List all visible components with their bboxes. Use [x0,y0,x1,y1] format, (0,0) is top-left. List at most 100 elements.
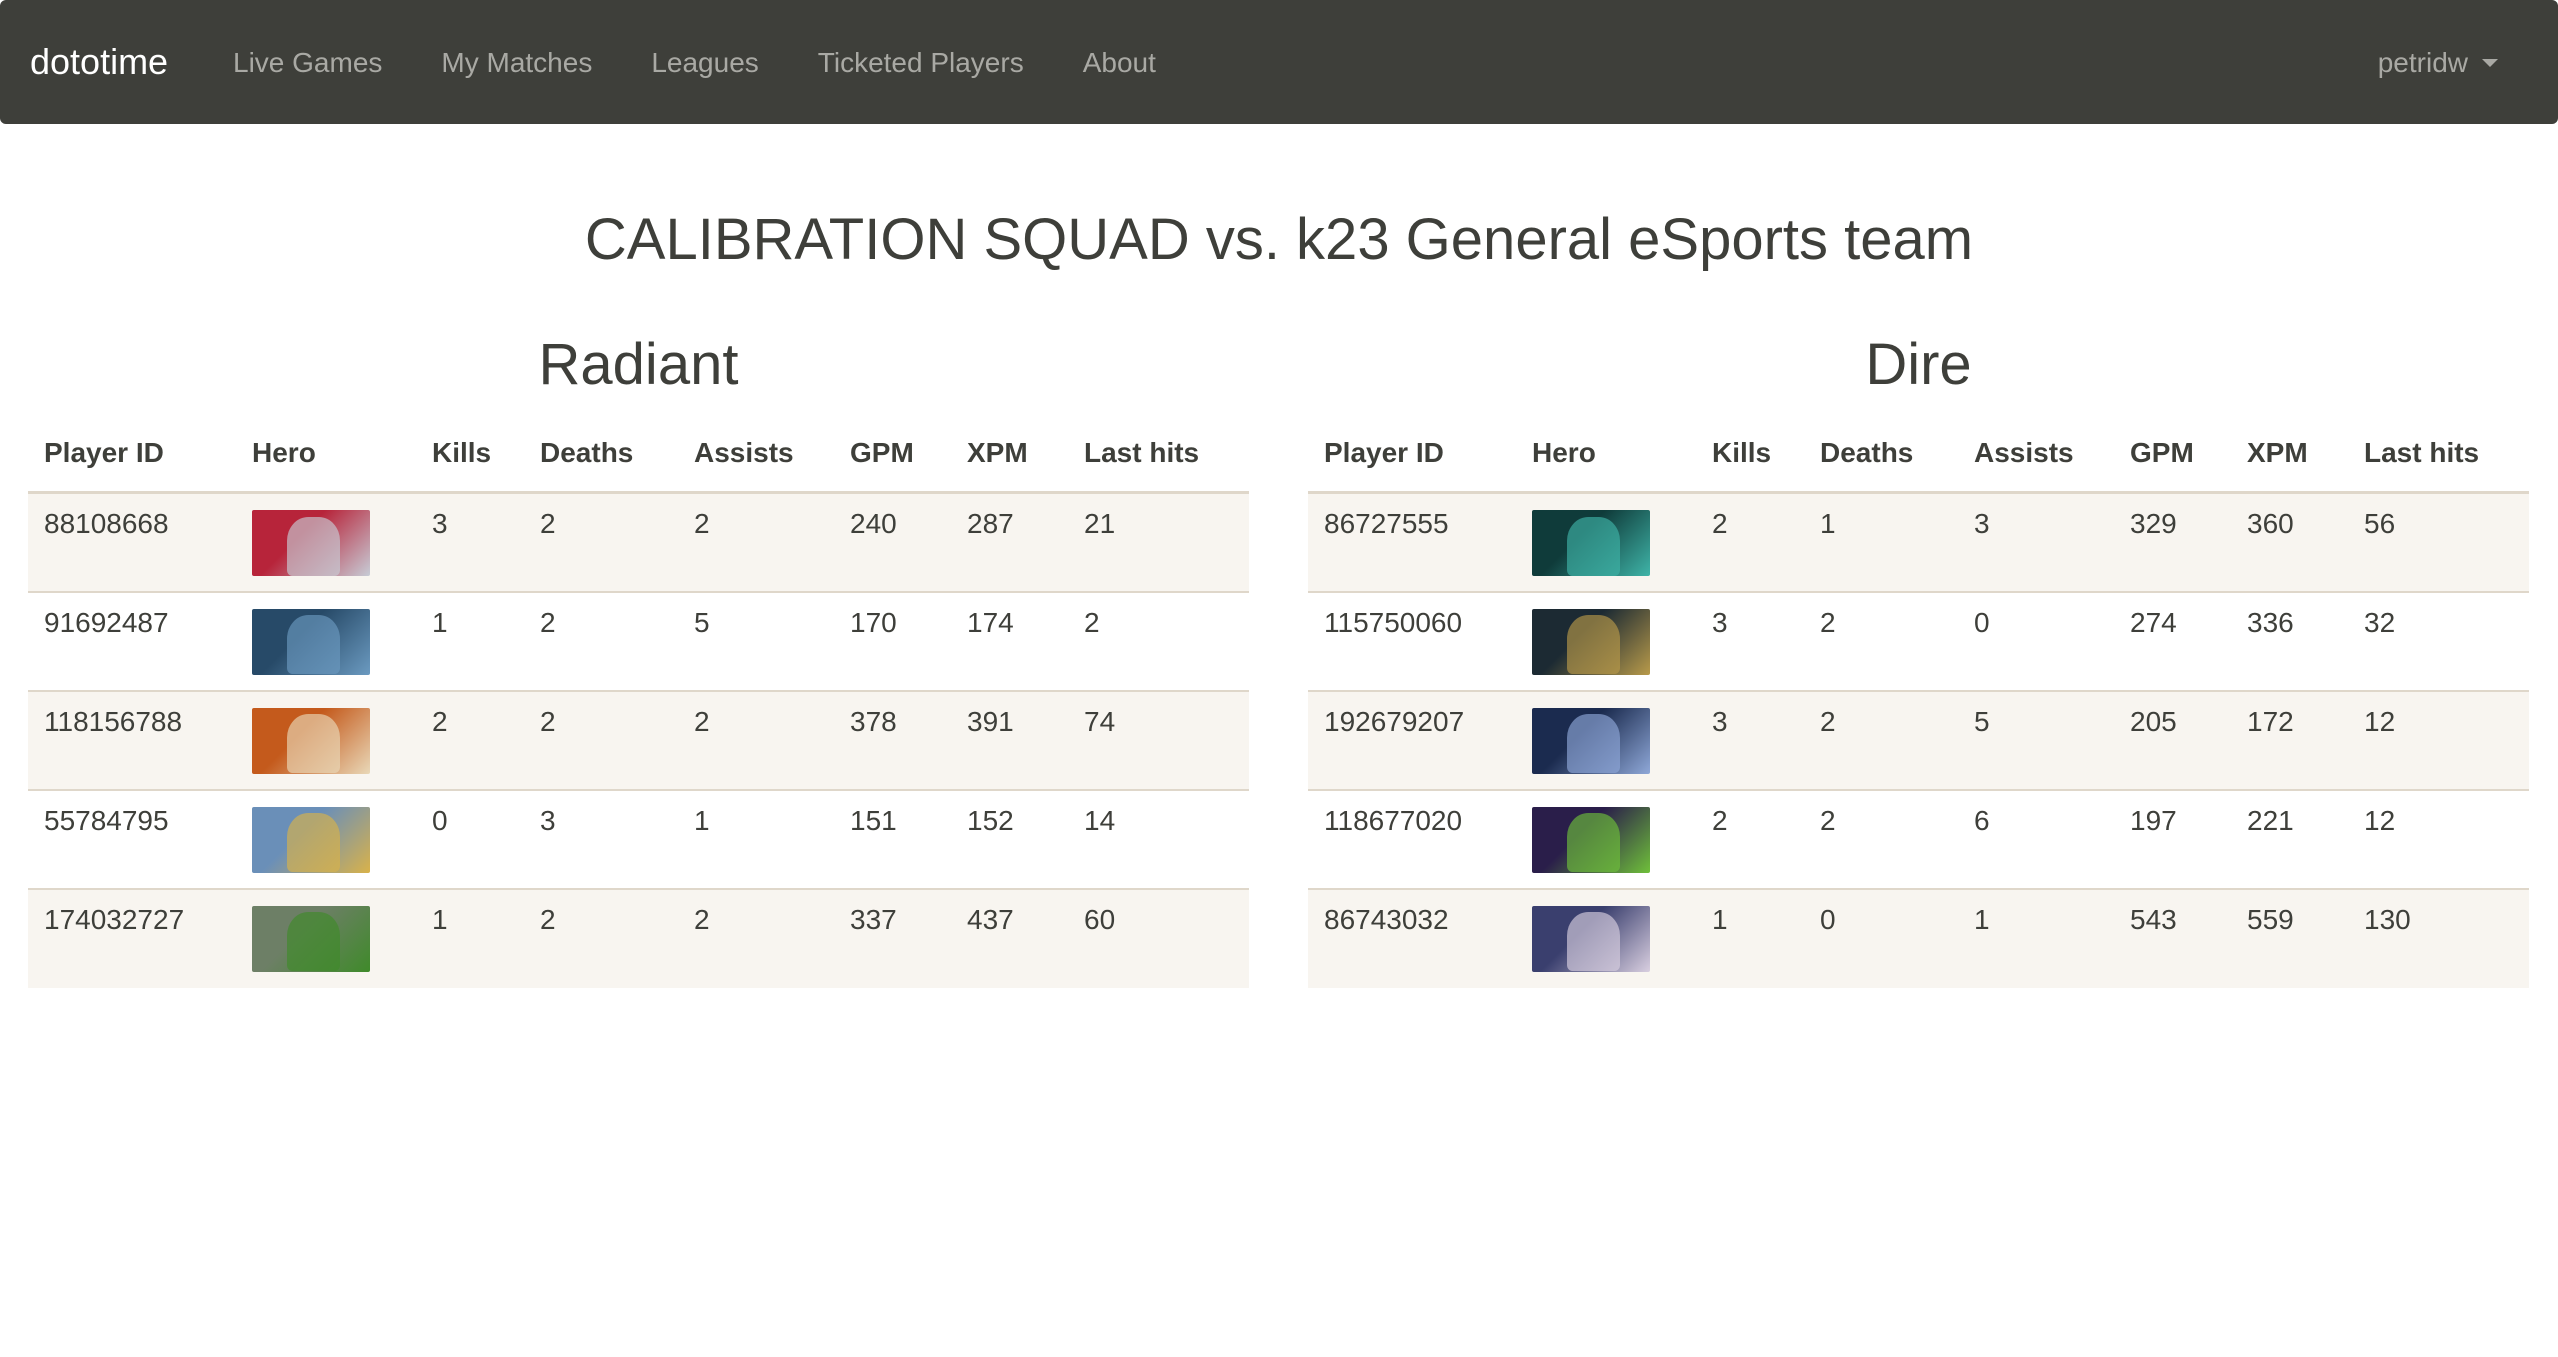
gpm-cell: 240 [834,492,951,592]
header-hero: Hero [236,425,416,494]
kills-cell: 2 [416,689,524,790]
hero-cell [236,689,416,790]
gpm-cell: 151 [834,788,951,889]
last-hits-cell: 130 [2348,887,2529,988]
header-kills: Kills [416,425,524,494]
xpm-cell: 391 [951,689,1068,790]
caret-down-icon [2482,59,2498,67]
last-hits-cell: 12 [2348,788,2529,889]
player-id-cell: 91692487 [28,590,236,691]
assists-cell: 0 [1958,590,2114,691]
hero-portrait-image [1532,707,1650,774]
xpm-cell: 360 [2231,492,2348,592]
table-header-row: Player ID Hero Kills Deaths Assists GPM … [28,425,1249,494]
header-hero: Hero [1516,425,1696,494]
kills-cell: 1 [416,590,524,691]
hero-cell [1516,689,1696,790]
kills-cell: 2 [1696,788,1804,889]
xpm-cell: 437 [951,887,1068,988]
kills-cell: 3 [1696,590,1804,691]
table-row: 91692487 1 2 5 170 174 2 [28,590,1249,691]
last-hits-cell: 32 [2348,590,2529,691]
nav-live-games[interactable]: Live Games [233,41,382,85]
gpm-cell: 543 [2114,887,2231,988]
hero-cell [1516,492,1696,592]
kills-cell: 2 [1696,492,1804,592]
deaths-cell: 2 [1804,590,1958,691]
hero-portrait-image [1532,806,1650,873]
radiant-team-name: Radiant [538,332,739,397]
player-id-cell: 174032727 [28,887,236,988]
assists-cell: 5 [1958,689,2114,790]
brand-logo[interactable]: dototime [30,38,168,86]
user-menu-dropdown[interactable]: petridw [2378,41,2498,85]
player-id-cell: 55784795 [28,788,236,889]
deaths-cell: 2 [524,887,678,988]
kills-cell: 0 [416,788,524,889]
xpm-cell: 152 [951,788,1068,889]
last-hits-cell: 21 [1068,492,1249,592]
xpm-cell: 287 [951,492,1068,592]
header-deaths: Deaths [524,425,678,494]
deaths-cell: 3 [524,788,678,889]
player-id-cell: 86727555 [1308,492,1516,592]
assists-cell: 2 [678,689,834,790]
dire-stats-table: Player ID Hero Kills Deaths Assists GPM … [1308,425,2529,988]
header-xpm: XPM [951,425,1068,494]
table-row: 115750060 3 2 0 274 336 32 [1308,590,2529,691]
last-hits-cell: 14 [1068,788,1249,889]
nav-ticketed-players[interactable]: Ticketed Players [818,41,1024,85]
hero-portrait-image [1532,905,1650,972]
table-row: 55784795 0 3 1 151 152 14 [28,788,1249,889]
gpm-cell: 274 [2114,590,2231,691]
header-gpm: GPM [834,425,951,494]
nav-about[interactable]: About [1083,41,1156,85]
radiant-stats-table: Player ID Hero Kills Deaths Assists GPM … [28,425,1249,988]
gpm-cell: 378 [834,689,951,790]
last-hits-cell: 2 [1068,590,1249,691]
xpm-cell: 559 [2231,887,2348,988]
deaths-cell: 2 [1804,689,1958,790]
hero-portrait-image [252,510,370,576]
table-row: 86727555 2 1 3 329 360 56 [1308,492,2529,592]
last-hits-cell: 56 [2348,492,2529,592]
deaths-cell: 2 [524,689,678,790]
nav-leagues[interactable]: Leagues [651,41,758,85]
hero-portrait-image [252,608,370,675]
header-player-id: Player ID [1308,425,1516,494]
table-row: 174032727 1 2 2 337 437 60 [28,887,1249,988]
hero-cell [1516,788,1696,889]
hero-portrait-image [1532,608,1650,675]
hero-cell [1516,590,1696,691]
hero-cell [236,788,416,889]
gpm-cell: 337 [834,887,951,988]
xpm-cell: 336 [2231,590,2348,691]
table-row: 118156788 2 2 2 378 391 74 [28,689,1249,790]
assists-cell: 1 [678,788,834,889]
header-assists: Assists [1958,425,2114,494]
assists-cell: 3 [1958,492,2114,592]
hero-portrait-image [252,905,370,972]
last-hits-cell: 60 [1068,887,1249,988]
table-row: 192679207 3 2 5 205 172 12 [1308,689,2529,790]
header-gpm: GPM [2114,425,2231,494]
radiant-panel: Radiant Player ID Hero Kills Deaths Assi… [28,325,1249,988]
deaths-cell: 1 [1804,492,1958,592]
player-id-cell: 88108668 [28,492,236,592]
gpm-cell: 329 [2114,492,2231,592]
deaths-cell: 0 [1804,887,1958,988]
table-row: 118677020 2 2 6 197 221 12 [1308,788,2529,889]
kills-cell: 1 [1696,887,1804,988]
assists-cell: 1 [1958,887,2114,988]
hero-portrait-image [252,806,370,873]
hero-cell [236,590,416,691]
dire-panel: Dire Player ID Hero Kills Deaths Assists… [1308,325,2529,988]
hero-portrait-image [252,707,370,774]
header-xpm: XPM [2231,425,2348,494]
nav-my-matches[interactable]: My Matches [441,41,592,85]
xpm-cell: 174 [951,590,1068,691]
last-hits-cell: 12 [2348,689,2529,790]
kills-cell: 1 [416,887,524,988]
match-title: CALIBRATION SQUAD vs. k23 General eSport… [584,207,1974,272]
deaths-cell: 2 [524,590,678,691]
